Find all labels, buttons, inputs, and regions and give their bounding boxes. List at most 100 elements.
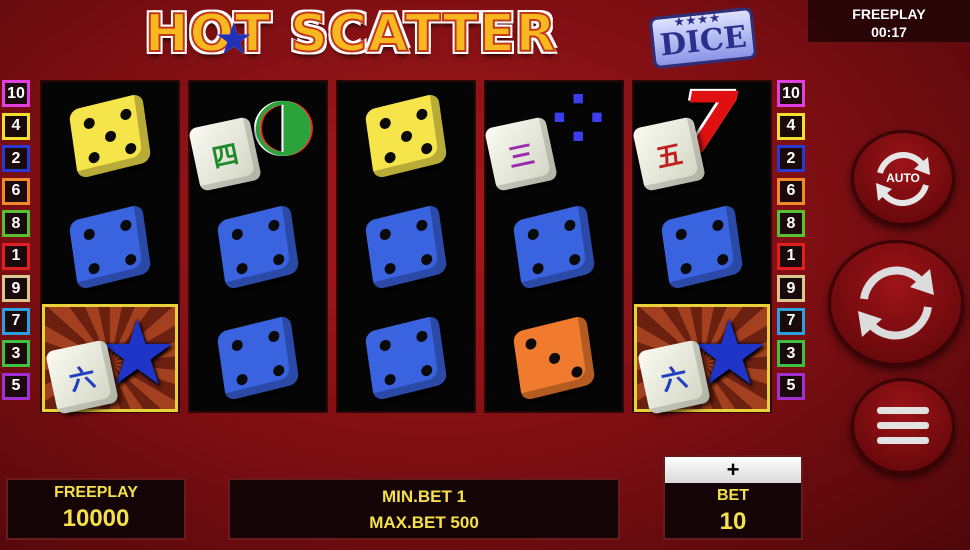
- dice-badge-text: DICE: [658, 19, 749, 64]
- reel-symbol-cell: [486, 193, 622, 301]
- game-title-text: HOT SCATTER: [144, 3, 557, 65]
- payline-column-right: 10 4 2 6 8 1 9 7 3 5: [777, 80, 807, 405]
- payline-indicator-left: 2: [2, 145, 30, 172]
- payline-indicator-left: 8: [2, 210, 30, 237]
- die-pip: [272, 363, 285, 378]
- die-pip: [531, 261, 545, 276]
- payline-indicator-right: 5: [777, 372, 805, 400]
- mahjong-tile-icon: 六: [637, 339, 711, 415]
- reel-symbol-cell: ★ 六: [42, 301, 178, 415]
- die-pip: [524, 337, 537, 351]
- payline-indicator-right: 1: [777, 242, 805, 270]
- mahjong-tile-icon: 六: [45, 339, 119, 415]
- blue-die-icon: [216, 314, 300, 402]
- die-pip: [231, 227, 244, 242]
- payline-indicator-right: 7: [777, 307, 805, 335]
- die-pip: [527, 227, 540, 242]
- die-pip: [119, 218, 133, 233]
- die-pip: [379, 338, 392, 353]
- auto-label: AUTO: [886, 171, 920, 185]
- blue-die-icon: [512, 203, 596, 291]
- die-pip: [379, 227, 392, 242]
- reel-symbol-cell: 7五: [632, 74, 770, 192]
- watermelon-icon: ◑: [252, 80, 315, 164]
- bet-value: 10: [719, 508, 747, 535]
- bet-panel: + BET 10: [663, 455, 803, 540]
- die-pip: [415, 218, 429, 233]
- reel-symbol-cell: [338, 304, 474, 412]
- die-pip: [547, 351, 561, 365]
- reel-symbol-cell: [338, 82, 474, 190]
- timer-value: 00:17: [871, 24, 907, 40]
- reel-symbol-cell: [338, 193, 474, 301]
- die-pip: [83, 116, 96, 131]
- payline-indicator-left: 10: [2, 80, 30, 107]
- die-pip: [420, 141, 433, 156]
- payline-indicator-right: 8: [777, 210, 805, 237]
- reel-2: ◑ 四: [188, 80, 328, 413]
- blue-die-icon: [364, 314, 448, 402]
- spin-refresh-icon: [858, 266, 934, 340]
- spin-button[interactable]: [828, 240, 964, 366]
- reel-symbol-cell: [190, 193, 326, 301]
- payline-indicator-left: 3: [2, 340, 30, 367]
- die-pip: [235, 372, 249, 387]
- die-pip: [383, 150, 397, 165]
- die-pip: [103, 129, 117, 143]
- reel-symbol-cell: ★ 六: [634, 301, 770, 415]
- die-pip: [571, 365, 584, 379]
- reel-symbol-cell: [190, 304, 326, 412]
- die-pip: [119, 107, 133, 122]
- bet-increase-button[interactable]: +: [665, 457, 801, 483]
- die-pip: [124, 141, 137, 156]
- min-bet-text: MIN.BET 1: [381, 487, 467, 506]
- die-pip: [383, 372, 397, 387]
- die-pip: [675, 227, 688, 242]
- payline-indicator-left: 1: [2, 242, 30, 270]
- die-pip: [124, 252, 137, 267]
- payline-indicator-left: 9: [2, 275, 30, 302]
- mahjong-tile-icon: 五: [632, 116, 706, 192]
- payline-indicator-left: 5: [2, 372, 30, 400]
- die-pip: [235, 261, 249, 276]
- dice-badge: ★★★★ DICE: [648, 6, 758, 70]
- die-pip: [420, 363, 433, 378]
- payline-indicator-right: 10: [777, 80, 805, 107]
- menu-button[interactable]: [851, 378, 955, 474]
- die-pip: [568, 252, 581, 267]
- die-pip: [415, 329, 429, 344]
- mahjong-tile-icon: 四: [188, 116, 262, 192]
- title-star-icon: ★: [214, 15, 254, 64]
- payline-indicator-left: 7: [2, 307, 30, 335]
- freeplay-balance-label: FREEPLAY: [54, 484, 138, 501]
- die-pip: [87, 150, 101, 165]
- die-pip: [267, 218, 281, 233]
- die-pip: [383, 261, 397, 276]
- mahjong-tile-icon: 三: [484, 116, 558, 192]
- yellow-die-icon: [68, 92, 152, 180]
- die-pip: [267, 329, 281, 344]
- die-pip: [679, 261, 693, 276]
- payline-indicator-right: 2: [777, 145, 805, 172]
- timer-label: FREEPLAY: [852, 6, 926, 22]
- payline-column-left: 10 4 2 6 8 1 9 7 3 5: [2, 80, 32, 405]
- reel-5: 7 五 ★ 六: [632, 74, 772, 415]
- reel-symbol-cell: [634, 193, 770, 301]
- die-pip: [87, 261, 101, 276]
- reel-symbol-cell: [486, 304, 622, 412]
- die-pip: [231, 338, 244, 353]
- reel-1: ★ 六: [40, 80, 180, 415]
- reel-symbol-cell: [42, 193, 178, 301]
- die-pip: [716, 252, 729, 267]
- die-pip: [711, 218, 725, 233]
- payline-indicator-left: 6: [2, 177, 30, 205]
- reel-symbol-cell: ◑ 四: [188, 80, 326, 192]
- auto-button[interactable]: AUTO: [851, 130, 955, 226]
- freeplay-balance-value: 10000: [62, 505, 130, 532]
- payline-indicator-right: 9: [777, 275, 805, 302]
- blue-die-icon: [660, 203, 744, 291]
- blue-die-icon: [364, 203, 448, 291]
- freeplay-balance-panel: FREEPLAY 10000: [6, 478, 186, 540]
- die-pip: [272, 252, 285, 267]
- yellow-die-icon: [364, 92, 448, 180]
